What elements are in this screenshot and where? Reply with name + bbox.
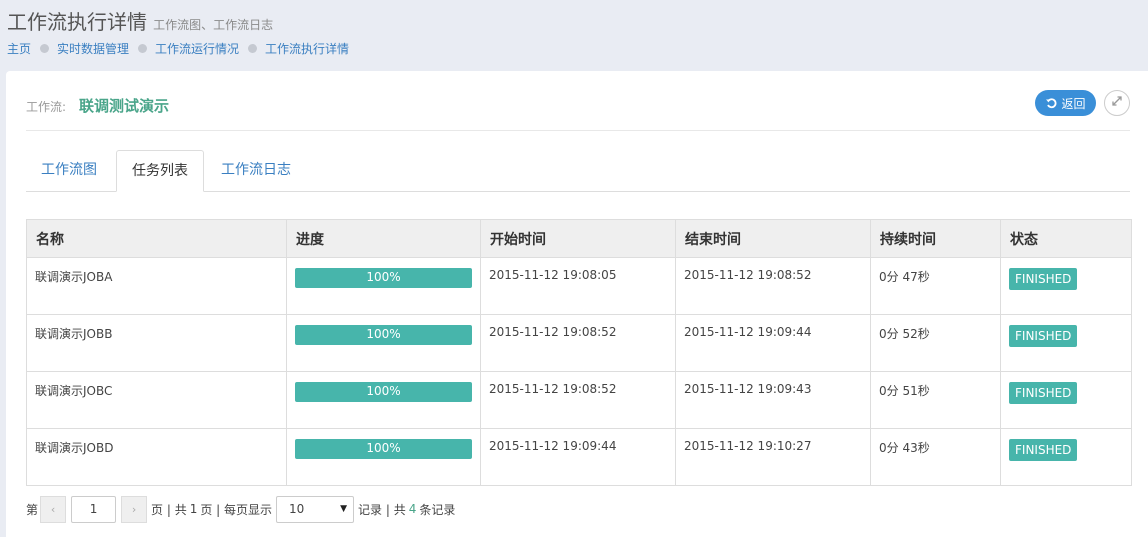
cell-status: FINISHED [1000,428,1132,486]
expand-button[interactable] [1104,90,1130,116]
pagination: 第 ‹ › 页 | 共 1 页 | 每页显示 10 ▼ 记录 | 共 4 条记录 [26,495,455,523]
page-header: 工作流执行详情 工作流图、工作流日志 [7,6,273,35]
cell-name: 联调演示JOBD [26,428,287,486]
pager-prefix: 第 [26,502,39,517]
cell-name: 联调演示JOBB [26,314,287,372]
pager-records-text: 记录 | 共 [358,502,406,517]
cell-duration: 0分 47秒 [870,257,1001,315]
breadcrumb-item-workflow-runs[interactable]: 工作流运行情况 [155,40,239,57]
workflow-info: 工作流: 联调测试演示 [26,95,169,116]
prev-page-button[interactable]: ‹ [40,495,67,523]
breadcrumb-item-realtime-data[interactable]: 实时数据管理 [57,40,129,57]
cell-progress: 100% [286,428,481,486]
cell-duration: 0分 43秒 [870,428,1001,486]
status-badge: FINISHED [1009,439,1078,461]
page-size-value: 10 [289,502,305,516]
main-panel: 工作流: 联调测试演示 返回 工作流图 任务列表 工作流日志 名称 进度 开始时… [6,71,1148,537]
breadcrumb-separator-icon [40,44,50,53]
cell-name: 联调演示JOBA [26,257,287,315]
tab-workflow-log[interactable]: 工作流日志 [206,150,306,192]
table-row: 联调演示JOBD 100% 2015-11-12 19:09:44 2015-1… [26,428,1132,486]
progress-bar: 100% [295,268,472,288]
column-header-status: 状态 [1000,219,1132,258]
cell-start-time: 2015-11-12 19:09:44 [480,428,676,486]
table-header-row: 名称 进度 开始时间 结束时间 持续时间 状态 [26,219,1132,258]
expand-icon [1111,95,1123,111]
cell-end-time: 2015-11-12 19:09:44 [675,314,871,372]
breadcrumb-item-workflow-detail[interactable]: 工作流执行详情 [265,40,349,57]
breadcrumb-separator-icon [138,44,148,53]
status-badge: FINISHED [1009,382,1078,404]
next-page-button[interactable]: › [121,495,148,523]
divider [26,130,1130,131]
breadcrumb-separator-icon [248,44,258,53]
cell-name: 联调演示JOBC [26,371,287,429]
pager-total-pages: 1 [189,502,198,516]
progress-bar: 100% [295,382,472,402]
tab-bar: 工作流图 任务列表 工作流日志 [26,150,1130,192]
page-size-select[interactable]: 10 ▼ [276,495,355,523]
tab-workflow-graph[interactable]: 工作流图 [26,150,112,192]
breadcrumb-item-home[interactable]: 主页 [7,40,31,57]
cell-status: FINISHED [1000,371,1132,429]
page-title: 工作流执行详情 [7,10,147,34]
cell-progress: 100% [286,371,481,429]
table-row: 联调演示JOBB 100% 2015-11-12 19:08:52 2015-1… [26,314,1132,372]
pager-page-text: 页 | 共 [151,502,187,517]
cell-start-time: 2015-11-12 19:08:05 [480,257,676,315]
table-row: 联调演示JOBA 100% 2015-11-12 19:08:05 2015-1… [26,257,1132,315]
breadcrumb: 主页 实时数据管理 工作流运行情况 工作流执行详情 [7,40,349,57]
progress-bar: 100% [295,439,472,459]
chevron-left-icon: ‹ [50,502,56,516]
table-row: 联调演示JOBC 100% 2015-11-12 19:08:52 2015-1… [26,371,1132,429]
pager-records-suffix: 条记录 [419,502,456,517]
cell-progress: 100% [286,257,481,315]
tab-task-list[interactable]: 任务列表 [116,150,204,192]
cell-end-time: 2015-11-12 19:10:27 [675,428,871,486]
cell-end-time: 2015-11-12 19:09:43 [675,371,871,429]
status-badge: FINISHED [1009,268,1078,290]
status-badge: FINISHED [1009,325,1078,347]
caret-down-icon: ▼ [340,504,348,514]
page-number-input[interactable] [71,495,117,523]
cell-duration: 0分 51秒 [870,371,1001,429]
cell-start-time: 2015-11-12 19:08:52 [480,314,676,372]
undo-icon [1045,97,1057,109]
cell-start-time: 2015-11-12 19:08:52 [480,371,676,429]
cell-end-time: 2015-11-12 19:08:52 [675,257,871,315]
task-table: 名称 进度 开始时间 结束时间 持续时间 状态 联调演示JOBA 100% 20… [26,219,1132,486]
back-button-label: 返回 [1061,96,1086,111]
column-header-end-time: 结束时间 [675,219,871,258]
column-header-progress: 进度 [286,219,481,258]
workflow-name: 联调测试演示 [79,97,170,115]
progress-bar: 100% [295,325,472,345]
page-subtitle: 工作流图、工作流日志 [153,18,274,32]
column-header-name: 名称 [26,219,287,258]
pager-total-records: 4 [408,502,417,516]
cell-status: FINISHED [1000,257,1132,315]
back-button[interactable]: 返回 [1035,90,1096,116]
column-header-duration: 持续时间 [870,219,1001,258]
workflow-label: 工作流: [26,100,67,114]
pager-page-text2: 页 | 每页显示 [200,502,273,517]
cell-status: FINISHED [1000,314,1132,372]
cell-progress: 100% [286,314,481,372]
cell-duration: 0分 52秒 [870,314,1001,372]
column-header-start-time: 开始时间 [480,219,676,258]
chevron-right-icon: › [131,502,137,516]
